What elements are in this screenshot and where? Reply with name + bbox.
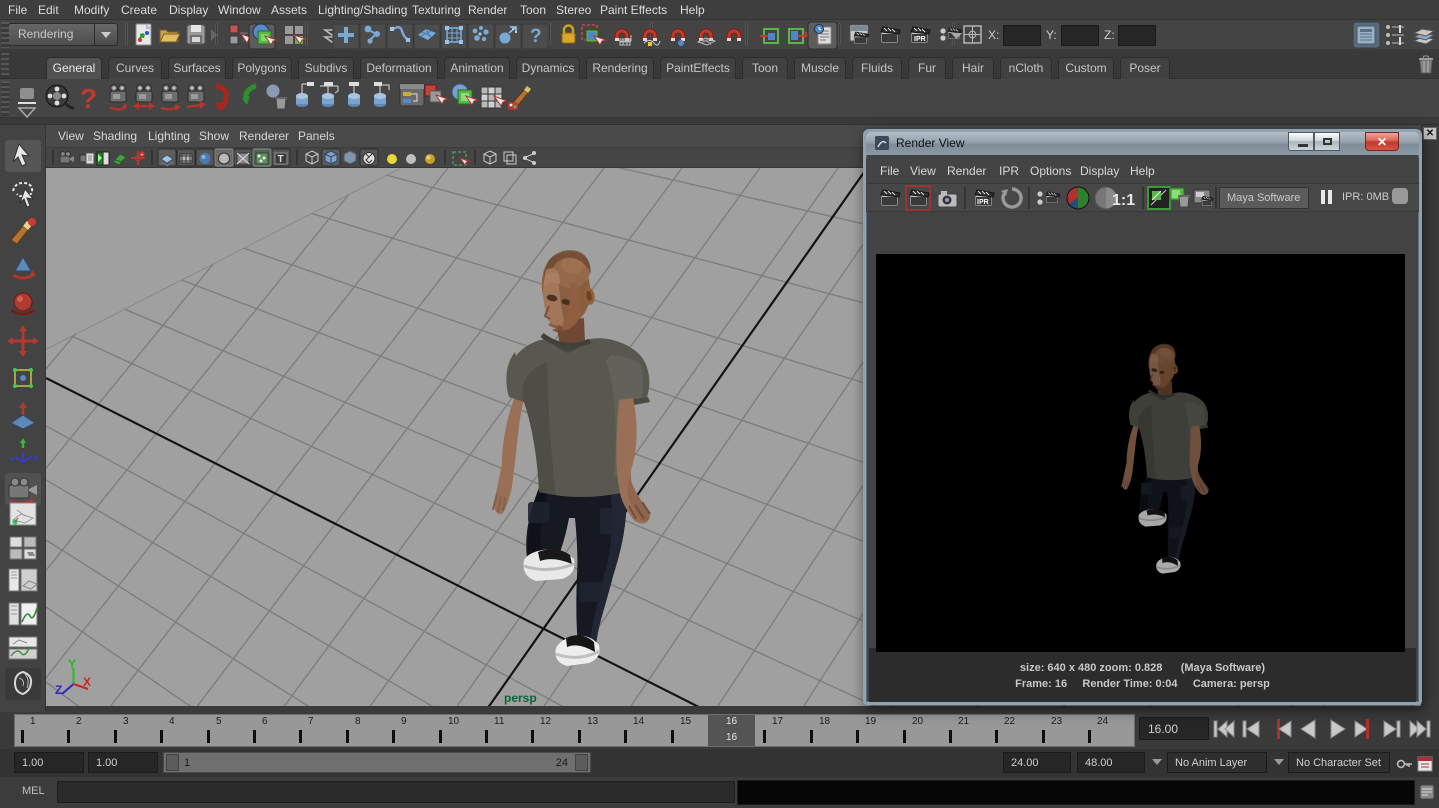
svg-text:persp: persp (504, 691, 537, 705)
svg-text:1:1: 1:1 (1112, 192, 1135, 209)
svg-text:Y: Y (68, 657, 76, 671)
svg-text:?: ? (530, 26, 542, 47)
svg-text:Z: Z (55, 683, 62, 697)
svg-text:?: ? (80, 83, 97, 114)
svg-text:T: T (278, 154, 284, 165)
svg-text:+: + (141, 153, 144, 159)
svg-text:IPR: IPR (977, 199, 989, 206)
svg-text:X: X (83, 675, 91, 689)
svg-text:IPR: IPR (914, 36, 926, 43)
